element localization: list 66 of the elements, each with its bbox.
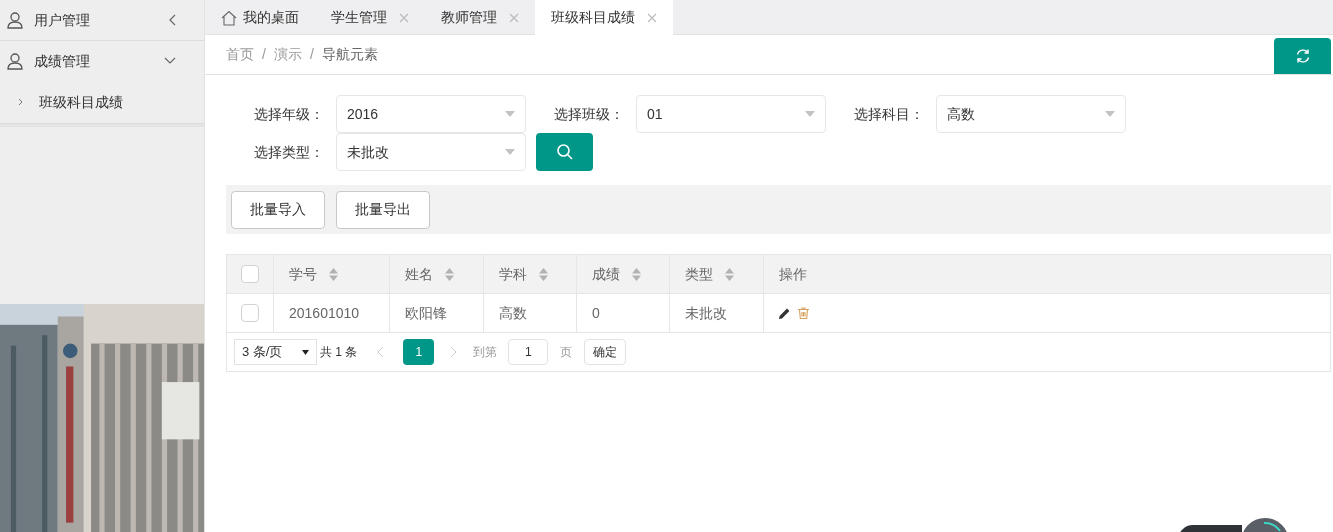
home-icon: [221, 9, 237, 26]
confirm-button[interactable]: 确定: [584, 339, 627, 365]
sort-icon[interactable]: [539, 267, 548, 281]
sort-icon[interactable]: [725, 267, 734, 281]
close-icon[interactable]: [509, 12, 519, 23]
filter-label: 选择年级：: [253, 104, 325, 124]
page-button[interactable]: 1: [403, 339, 435, 365]
total-count: 共 1 条: [320, 344, 358, 361]
filter-label: 选择班级：: [553, 104, 625, 124]
breadcrumb-separator: /: [262, 45, 266, 64]
trash-icon[interactable]: [798, 307, 809, 319]
page-unit: 页: [560, 344, 573, 361]
user-icon: [6, 52, 24, 70]
page-size-select[interactable]: 3 条/页: [234, 339, 317, 365]
chevron-right-icon: [18, 98, 23, 106]
table-cell-text: 0: [592, 303, 600, 323]
column-header: 学号: [274, 255, 390, 293]
column-header: 操作: [778, 264, 808, 284]
select-field[interactable]: 未批改: [336, 133, 526, 171]
filter-label: 选择类型：: [253, 142, 325, 162]
column-header: 学科: [484, 255, 577, 293]
column-header: 姓名: [390, 255, 484, 293]
toolbar-button[interactable]: 批量导出: [336, 190, 430, 229]
table-cell-text: 欧阳锋: [405, 303, 447, 323]
caret-icon: [505, 111, 515, 117]
user-icon: [6, 11, 24, 29]
page-input[interactable]: 1: [508, 339, 549, 365]
tab[interactable]: 教师管理: [425, 0, 535, 35]
column-header: 类型: [670, 255, 764, 293]
table-cell-text: 201601010: [289, 303, 360, 323]
goto-label: 到第: [473, 344, 498, 361]
column-header: 成绩: [577, 255, 670, 293]
sidebar-subitem[interactable]: 班级科目成绩: [0, 81, 204, 123]
toolbar-button[interactable]: 批量导入: [231, 190, 325, 229]
caret-icon: [1105, 111, 1115, 117]
refresh-button[interactable]: [1274, 38, 1331, 74]
select-field[interactable]: 高数: [936, 95, 1126, 133]
sort-icon[interactable]: [329, 267, 338, 281]
search-icon: [555, 143, 574, 161]
chevron-down-icon: [164, 57, 176, 65]
refresh-icon: [1294, 48, 1311, 64]
breadcrumb-separator: /: [309, 45, 314, 64]
tab[interactable]: 班级科目成绩: [535, 0, 673, 35]
table-cell-text: 高数: [499, 303, 527, 323]
previous-icon[interactable]: [377, 346, 385, 358]
filter-label: 选择科目：: [853, 104, 925, 124]
checkbox[interactable]: [241, 265, 259, 283]
table-cell-text: 未批改: [685, 303, 727, 323]
select-field[interactable]: 2016: [336, 95, 526, 133]
sort-icon[interactable]: [445, 267, 454, 281]
sidebar-item[interactable]: 成绩管理: [0, 41, 204, 81]
caret-icon: [805, 111, 815, 117]
sidebar-item[interactable]: 用户管理: [0, 0, 204, 40]
chevron-left-icon: [168, 14, 176, 26]
caret-icon: [505, 149, 515, 155]
pencil-icon[interactable]: [779, 307, 790, 319]
checkbox[interactable]: [241, 304, 259, 322]
select-field[interactable]: 01: [636, 95, 826, 133]
tab[interactable]: 学生管理: [315, 0, 425, 35]
search-button[interactable]: [536, 133, 593, 171]
sort-icon[interactable]: [632, 267, 641, 281]
tab[interactable]: 我的桌面: [205, 0, 315, 35]
close-icon[interactable]: [647, 12, 657, 23]
caret-icon: [302, 349, 309, 355]
next-icon[interactable]: [450, 346, 458, 358]
close-icon[interactable]: [399, 12, 409, 23]
